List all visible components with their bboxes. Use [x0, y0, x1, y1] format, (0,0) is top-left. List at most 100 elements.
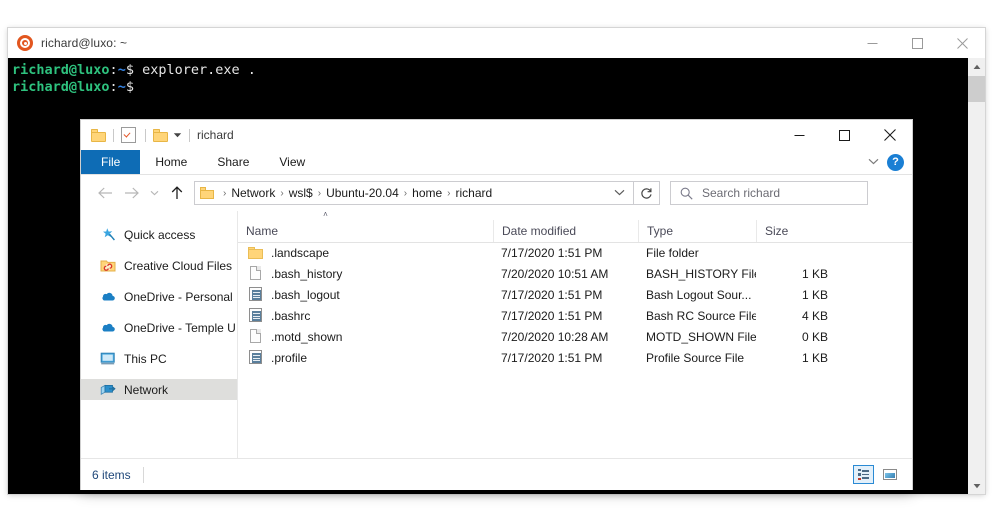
file-date-cell: 7/17/2020 1:51 PM: [493, 246, 638, 260]
address-dropdown-chevron-down-icon[interactable]: [614, 188, 625, 199]
scrollbar-thumb[interactable]: [968, 76, 985, 102]
search-input[interactable]: Search richard: [702, 186, 780, 200]
breadcrumb-wsl[interactable]: wsl$: [286, 186, 316, 200]
column-header-date-modified[interactable]: Date modified: [493, 220, 638, 242]
table-row[interactable]: .bash_history 7/20/2020 10:51 AM BASH_HI…: [238, 263, 912, 284]
item-count-label: 6 items: [81, 468, 131, 482]
file-name-cell[interactable]: .landscape: [238, 245, 493, 260]
navigation-pane: Quick access Creative Cloud Files: [81, 211, 238, 458]
file-name-cell[interactable]: .profile: [238, 350, 493, 365]
back-button[interactable]: [92, 180, 118, 206]
file-type-cell: File folder: [638, 246, 756, 260]
explorer-close-button[interactable]: [867, 120, 912, 150]
cloud-icon: [100, 289, 117, 305]
refresh-button[interactable]: [634, 181, 660, 205]
file-name-cell[interactable]: .bashrc: [238, 308, 493, 323]
ribbon-collapse-chevron-down-icon[interactable]: [868, 157, 879, 168]
file-name-cell[interactable]: .bash_logout: [238, 287, 493, 302]
source-file-icon: [248, 287, 263, 302]
view-mode-buttons: [853, 465, 912, 484]
file-type-cell: BASH_HISTORY File: [638, 267, 756, 281]
up-button[interactable]: [164, 180, 190, 206]
breadcrumb-ubuntu[interactable]: Ubuntu-20.04: [323, 186, 402, 200]
explorer-maximize-button[interactable]: [822, 120, 867, 150]
file-name-cell[interactable]: .motd_shown: [238, 329, 493, 344]
explorer-window-controls: [777, 120, 912, 150]
tab-share[interactable]: Share: [202, 150, 264, 174]
quick-access-toolbar[interactable]: [81, 127, 197, 143]
sidebar-item-quick-access[interactable]: Quick access: [81, 224, 237, 245]
monitor-icon: [100, 351, 117, 367]
terminal-close-button[interactable]: [940, 28, 985, 58]
sidebar-item-creative-cloud-files[interactable]: Creative Cloud Files: [81, 255, 237, 276]
new-folder-icon[interactable]: [153, 129, 168, 142]
column-header-type[interactable]: Type: [638, 220, 756, 242]
ubuntu-logo-icon: [17, 35, 33, 51]
file-size-cell: 0 KB: [756, 330, 846, 344]
file-name-label: .bash_history: [271, 267, 342, 281]
column-header-name[interactable]: Name: [238, 220, 493, 242]
table-row[interactable]: .bashrc 7/17/2020 1:51 PM Bash RC Source…: [238, 305, 912, 326]
toolbar-divider: [113, 129, 114, 142]
terminal-prompt-path: ~: [118, 62, 126, 78]
table-row[interactable]: .motd_shown 7/20/2020 10:28 AM MOTD_SHOW…: [238, 326, 912, 347]
file-date-cell: 7/20/2020 10:28 AM: [493, 330, 638, 344]
tab-view[interactable]: View: [264, 150, 320, 174]
sidebar-item-this-pc[interactable]: This PC: [81, 348, 237, 369]
column-header-size[interactable]: Size: [756, 220, 846, 242]
screen: richard@luxo: ~ richard@luxo:~$ explorer…: [0, 0, 993, 524]
breadcrumb-separator-0: ›: [221, 188, 228, 199]
scroll-up-arrow-icon[interactable]: [968, 58, 985, 75]
search-box[interactable]: Search richard: [670, 181, 868, 205]
terminal-command: explorer.exe .: [134, 62, 256, 78]
terminal-output: richard@luxo:~$ explorer.exe . richard@l…: [8, 58, 985, 96]
search-icon: [680, 187, 693, 200]
folder-icon[interactable]: [91, 129, 106, 142]
breadcrumb-separator-4: ›: [445, 188, 452, 199]
file-name-cell[interactable]: .bash_history: [238, 266, 493, 281]
help-button[interactable]: ?: [887, 154, 904, 171]
customize-chevron-down-icon[interactable]: [173, 131, 182, 140]
terminal-maximize-button[interactable]: [895, 28, 940, 58]
sidebar-item-onedrive-personal[interactable]: OneDrive - Personal: [81, 286, 237, 307]
sidebar-label-network: Network: [124, 383, 168, 397]
explorer-titlebar[interactable]: richard: [81, 120, 912, 150]
table-row[interactable]: .bash_logout 7/17/2020 1:51 PM Bash Logo…: [238, 284, 912, 305]
table-row[interactable]: .profile 7/17/2020 1:51 PM Profile Sourc…: [238, 347, 912, 368]
ribbon-right-controls: ?: [868, 150, 912, 174]
sidebar-item-onedrive-temple[interactable]: OneDrive - Temple Uı: [81, 317, 237, 338]
file-name-label: .bashrc: [271, 309, 310, 323]
breadcrumb-home[interactable]: home: [409, 186, 445, 200]
toolbar-divider-3: [189, 129, 190, 142]
terminal-title: richard@luxo: ~: [41, 36, 127, 50]
details-view-icon[interactable]: [853, 465, 874, 484]
nav-spacer-1: [81, 245, 237, 255]
tab-home[interactable]: Home: [140, 150, 202, 174]
explorer-window-title: richard: [197, 128, 234, 142]
tab-file[interactable]: File: [81, 150, 140, 174]
forward-button[interactable]: [118, 180, 144, 206]
scroll-down-arrow-icon[interactable]: [968, 477, 985, 494]
address-breadcrumb-bar[interactable]: › Network › wsl$ › Ubuntu-20.04 › home ›…: [194, 181, 634, 205]
terminal-prompt-colon: :: [110, 62, 118, 78]
terminal-prompt-user-2: richard@luxo: [12, 79, 110, 95]
terminal-titlebar[interactable]: richard@luxo: ~: [8, 28, 985, 58]
star-pin-icon: [100, 227, 117, 243]
breadcrumb-richard[interactable]: richard: [453, 186, 496, 200]
blank-file-icon: [248, 329, 263, 344]
explorer-minimize-button[interactable]: [777, 120, 822, 150]
sidebar-item-network[interactable]: Network: [81, 379, 237, 400]
sidebar-label-onedrive-temple: OneDrive - Temple Uı: [124, 321, 237, 335]
explorer-content: Quick access Creative Cloud Files: [81, 211, 912, 458]
terminal-prompt-user: richard@luxo: [12, 62, 110, 78]
breadcrumb-network[interactable]: Network: [228, 186, 278, 200]
file-date-cell: 7/17/2020 1:51 PM: [493, 288, 638, 302]
file-type-cell: Bash RC Source File: [638, 309, 756, 323]
table-row[interactable]: .landscape 7/17/2020 1:51 PM File folder: [238, 242, 912, 263]
recent-locations-chevron-down-icon[interactable]: [144, 180, 164, 206]
sort-ascending-caret-icon: ˄: [321, 212, 330, 218]
properties-icon[interactable]: [121, 127, 136, 143]
terminal-minimize-button[interactable]: [850, 28, 895, 58]
terminal-scrollbar[interactable]: [968, 58, 985, 494]
large-icons-view-icon[interactable]: [879, 465, 900, 484]
